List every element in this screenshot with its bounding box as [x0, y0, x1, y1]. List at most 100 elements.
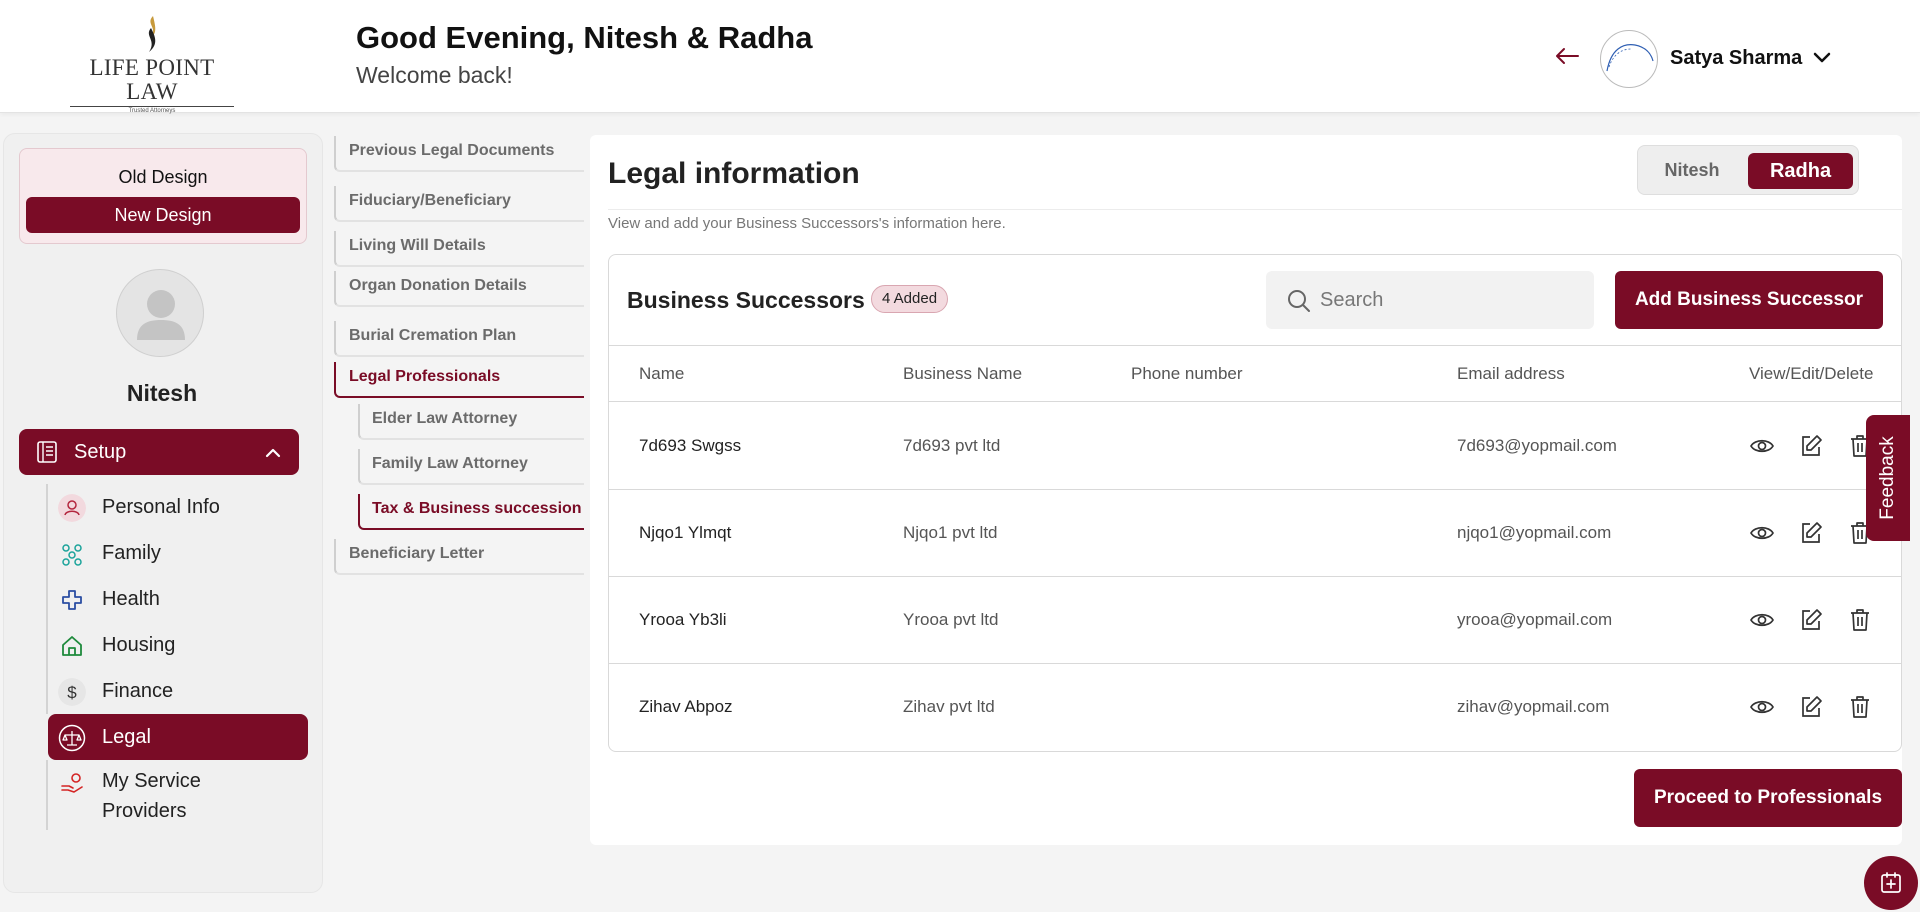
logo-divider: [70, 106, 234, 107]
sidebar-item-finance[interactable]: $ Finance: [46, 668, 308, 714]
column-header-actions: View/Edit/Delete: [1749, 364, 1874, 383]
welcome-text: Welcome back!: [356, 62, 513, 88]
setup-section-toggle[interactable]: Setup: [19, 429, 299, 475]
user-icon: [58, 494, 86, 522]
sidebar-item-health[interactable]: Health: [46, 576, 308, 622]
sidebar-item-personal-info[interactable]: Personal Info: [46, 484, 308, 530]
cell-email: zihav@yopmail.com: [1457, 697, 1610, 716]
view-eye-icon[interactable]: [1749, 694, 1775, 720]
delete-trash-icon[interactable]: [1847, 607, 1873, 633]
house-icon: [62, 636, 82, 656]
scale-icon: [58, 724, 86, 752]
chevron-down-icon[interactable]: [1812, 48, 1832, 68]
sidebar-item-label: Housing: [102, 634, 176, 656]
business-successors-card: Business Successors 4 Added Add Business…: [608, 254, 1902, 752]
cell-name: Zihav Abpoz: [639, 697, 733, 716]
sidebar: Old Design New Design Nitesh Setup Perso…: [3, 133, 323, 893]
subnav-family-law-attorney[interactable]: Family Law Attorney: [358, 449, 584, 485]
edit-pencil-icon[interactable]: [1798, 607, 1824, 633]
cell-name: 7d693 Swgss: [639, 436, 742, 455]
calendar-add-icon: [1881, 872, 1901, 893]
cell-name: Yrooa Yb3li: [639, 610, 727, 629]
subnav-legal-professionals[interactable]: Legal Professionals: [334, 362, 584, 398]
page-subtitle: View and add your Business Successors's …: [608, 215, 1006, 232]
logo-text: LIFE POINT LAW: [89, 55, 215, 104]
toggle-nitesh[interactable]: Nitesh: [1652, 155, 1732, 185]
sidebar-item-family[interactable]: Family: [46, 530, 308, 576]
sidebar-item-label: Legal: [102, 726, 151, 748]
sidebar-item-label: My Service Providers: [102, 770, 201, 822]
logo[interactable]: LIFE POINT LAW Trusted Attorneys: [62, 14, 242, 114]
sidebar-item-legal[interactable]: Legal: [48, 714, 308, 760]
edit-pencil-icon[interactable]: [1798, 694, 1824, 720]
logo-tagline: Trusted Attorneys: [128, 108, 176, 114]
subnav-fiduciary-beneficiary[interactable]: Fiduciary/Beneficiary: [334, 186, 584, 222]
sidebar-item-label: Family: [102, 542, 161, 564]
count-badge: 4 Added: [871, 285, 949, 313]
sidebar-item-label: Personal Info: [102, 496, 220, 518]
profile-avatar[interactable]: [116, 269, 204, 357]
cell-business-name: 7d693 pvt ltd: [903, 436, 1001, 455]
search-box: [1266, 271, 1594, 329]
column-header-name: Name: [639, 364, 685, 383]
user-avatar[interactable]: [1600, 30, 1658, 88]
delete-trash-icon[interactable]: [1847, 694, 1873, 720]
edit-pencil-icon[interactable]: [1798, 520, 1824, 546]
column-header-business-name: Business Name: [903, 364, 1023, 383]
feedback-label: Feedback: [1877, 436, 1898, 520]
view-eye-icon[interactable]: [1749, 520, 1775, 546]
sidebar-item-label: Finance: [102, 680, 174, 702]
cell-email: yrooa@yopmail.com: [1457, 610, 1613, 629]
table-row: Zihav Abpoz Zihav pvt ltd zihav@yopmail.…: [609, 664, 1901, 751]
new-design-button[interactable]: New Design: [26, 197, 300, 233]
proceed-to-professionals-button[interactable]: Proceed to Professionals: [1634, 769, 1902, 827]
add-business-successor-button[interactable]: Add Business Successor: [1615, 271, 1883, 329]
title-divider: [608, 209, 1902, 210]
sidebar-item-housing[interactable]: Housing: [46, 622, 308, 668]
view-eye-icon[interactable]: [1749, 433, 1775, 459]
person-placeholder-icon: [137, 290, 185, 340]
sidebar-item-my-service-providers[interactable]: My Service Providers: [46, 760, 308, 830]
svg-text:$: $: [67, 683, 77, 702]
subnav-organ-donation-details[interactable]: Organ Donation Details: [334, 271, 584, 307]
user-name[interactable]: Satya Sharma: [1670, 47, 1802, 70]
cell-business-name: Njqo1 pvt ltd: [903, 523, 998, 542]
logo-flame-icon: [148, 16, 156, 52]
subnav-elder-law-attorney[interactable]: Elder Law Attorney: [358, 404, 584, 440]
cell-business-name: Zihav pvt ltd: [903, 697, 995, 716]
setup-label: Setup: [74, 441, 127, 463]
table-row: Yrooa Yb3li Yrooa pvt ltd yrooa@yopmail.…: [609, 577, 1901, 664]
feedback-tab[interactable]: Feedback: [1866, 415, 1910, 541]
cell-business-name: Yrooa pvt ltd: [903, 610, 999, 629]
sidebar-item-label: Health: [102, 588, 160, 610]
search-input[interactable]: [1320, 285, 1580, 315]
app-header: LIFE POINT LAW Trusted Attorneys Good Ev…: [0, 0, 1920, 114]
subnav-living-will-details[interactable]: Living Will Details: [334, 231, 584, 267]
setup-nav-list: Personal Info Family Health Housing $ Fi…: [46, 484, 308, 830]
subnav-tax-business-succession[interactable]: Tax & Business succession: [358, 494, 584, 530]
cell-email: njqo1@yopmail.com: [1457, 523, 1612, 542]
subnav-beneficiary-letter[interactable]: Beneficiary Letter: [334, 539, 584, 575]
back-arrow-icon[interactable]: [1554, 46, 1580, 66]
view-eye-icon[interactable]: [1749, 607, 1775, 633]
dollar-icon: $: [58, 678, 86, 706]
old-design-button[interactable]: Old Design: [20, 167, 306, 188]
document-icon: [37, 441, 57, 463]
search-icon: [1288, 290, 1310, 312]
table-header: Name Business Name Phone number Email ad…: [609, 345, 1901, 402]
calendar-fab[interactable]: [1864, 856, 1918, 910]
edit-pencil-icon[interactable]: [1798, 433, 1824, 459]
column-header-phone: Phone number: [1131, 364, 1243, 383]
cell-name: Njqo1 Ylmqt: [639, 523, 732, 542]
column-header-email: Email address: [1457, 364, 1565, 383]
avatar-image-icon: [1606, 44, 1654, 72]
chevron-up-icon: [265, 448, 281, 458]
subnav-burial-cremation-plan[interactable]: Burial Cremation Plan: [334, 321, 584, 357]
design-switcher: Old Design New Design: [19, 148, 307, 244]
cell-email: 7d693@yopmail.com: [1457, 436, 1617, 455]
toggle-radha[interactable]: Radha: [1748, 153, 1853, 189]
card-title: Business Successors: [627, 287, 865, 313]
service-hand-icon: [61, 773, 83, 793]
subnav-previous-legal-documents[interactable]: Previous Legal Documents: [334, 136, 584, 172]
page-title: Legal information: [608, 157, 860, 190]
